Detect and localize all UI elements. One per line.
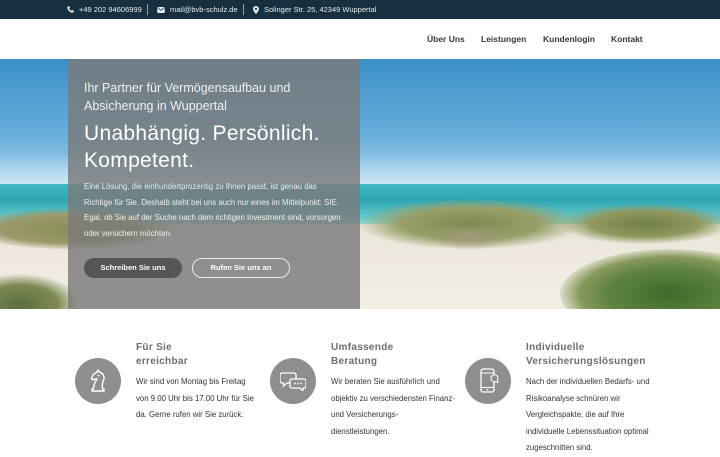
divider: [243, 4, 244, 15]
nav-item-ueber-uns[interactable]: Über Uns: [427, 19, 465, 59]
call-us-button[interactable]: Rufen Sie uns an: [192, 258, 290, 278]
chat-bubbles-icon: [270, 358, 316, 404]
feature-title: Individuelle Versicherungslösungen: [526, 342, 646, 367]
hero-description: Eine Lösung, die einhundertprozentig zu …: [84, 182, 341, 238]
feature-title: Umfassende Beratung: [331, 342, 394, 367]
feature-insurance: Individuelle Versicherungslösungen Nach …: [465, 309, 715, 452]
hero-subtitle: Ihr Partner für Vermögensaufbau und Absi…: [84, 81, 291, 113]
phone-number: +49 202 94606999: [79, 5, 142, 14]
phone-contact[interactable]: +49 202 94606999: [67, 0, 142, 19]
feature-consulting: Umfassende Beratung Wir beraten Sie ausf…: [270, 309, 460, 450]
feature-description: Wir beraten Sie ausführlich und objektiv…: [331, 377, 455, 436]
contact-bar: +49 202 94606999 mail@bvb-schulz.de Soli…: [0, 0, 720, 19]
feature-availability: Für Sie erreichbar Wir sind von Montag b…: [75, 309, 265, 450]
chess-knight-icon: [75, 358, 121, 404]
hero-title: Unabhängig. Persönlich. Kompetent.: [84, 122, 320, 172]
phone-icon: [67, 6, 74, 13]
write-us-button[interactable]: Schreiben Sie uns: [84, 258, 182, 278]
hero-content-box: Ihr Partner für Vermögensaufbau und Absi…: [68, 59, 360, 309]
nav-item-leistungen[interactable]: Leistungen: [481, 19, 526, 59]
smartphone-icon: [465, 358, 511, 404]
envelope-icon: [157, 6, 165, 13]
feature-title: Für Sie erreichbar: [136, 342, 188, 367]
divider: [147, 4, 148, 15]
address-contact: Solinger Str. 25, 42349 Wuppertal: [253, 0, 376, 19]
email-contact[interactable]: mail@bvb-schulz.de: [157, 0, 238, 19]
feature-description: Nach der individuellen Bedarfs- und Risi…: [526, 377, 650, 452]
nav-item-kundenlogin[interactable]: Kundenlogin: [543, 19, 595, 59]
email-address: mail@bvb-schulz.de: [170, 5, 238, 14]
nav-item-kontakt[interactable]: Kontakt: [611, 19, 643, 59]
main-navigation: Über Uns Leistungen Kundenlogin Kontakt: [0, 19, 720, 59]
feature-description: Wir sind von Montag bis Freitag von 9.00…: [136, 377, 254, 419]
map-pin-icon: [253, 5, 259, 14]
address-text: Solinger Str. 25, 42349 Wuppertal: [264, 5, 377, 14]
